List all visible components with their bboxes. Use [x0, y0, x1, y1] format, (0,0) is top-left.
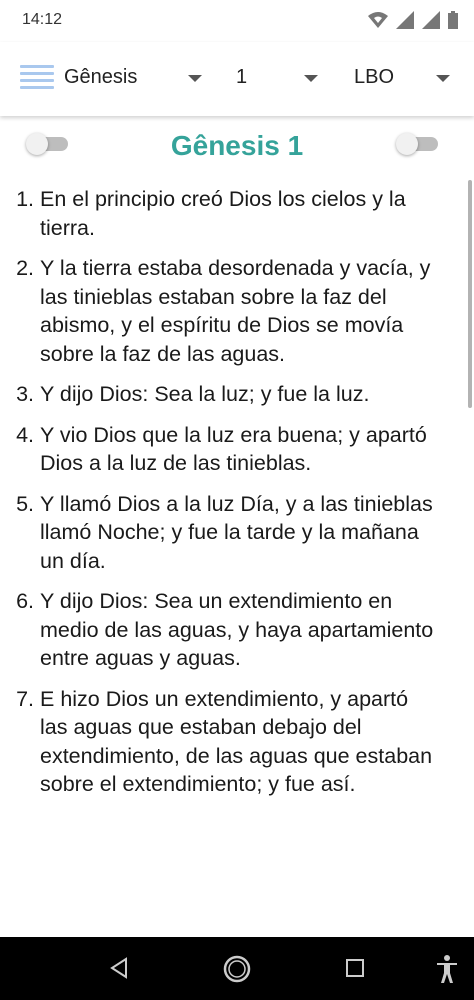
- scrollbar[interactable]: [468, 180, 472, 408]
- back-icon[interactable]: [108, 957, 130, 979]
- status-time: 14:12: [22, 11, 63, 28]
- title-row: Gênesis 1: [0, 118, 474, 178]
- verse-item[interactable]: 6. Y dijo Dios: Sea un extendimiento en …: [8, 587, 448, 673]
- verse-text: Y dijo Dios: Sea la luz; y fue la luz.: [40, 382, 370, 406]
- status-bar: 14:12: [0, 0, 474, 42]
- verse-item[interactable]: 2. Y la tierra estaba desordenada y vací…: [8, 254, 448, 368]
- verse-text: En el principio creó Dios los cielos y l…: [40, 187, 406, 240]
- toggle-knob: [396, 133, 418, 155]
- home-icon[interactable]: [222, 954, 252, 984]
- verse-text: Y vio Dios que la luz era buena; y apart…: [40, 422, 427, 476]
- menu-icon[interactable]: [20, 65, 54, 93]
- status-icons: [368, 11, 458, 29]
- chapter-dropdown[interactable]: 1: [236, 66, 326, 89]
- book-dropdown[interactable]: Gênesis: [64, 66, 214, 89]
- verse-number: 6.: [16, 589, 34, 613]
- verse-text: Y dijo Dios: Sea un extendimiento en med…: [40, 589, 434, 670]
- verse-number: 2.: [16, 256, 34, 280]
- signal-icon-2: [422, 11, 440, 29]
- chevron-down-icon: [188, 75, 202, 82]
- verse-text: Y llamó Dios a la luz Día, y a las tinie…: [40, 491, 433, 573]
- verse-text: E hizo Dios un extendimiento, y apartó l…: [40, 686, 433, 797]
- verse-number: 1.: [16, 187, 34, 211]
- version-selected: LBO: [354, 66, 395, 88]
- battery-icon: [448, 11, 458, 29]
- verse-number: 5.: [16, 491, 34, 516]
- signal-icon: [396, 11, 414, 29]
- toolbar: Gênesis 1 LBO: [0, 42, 474, 116]
- verse-item[interactable]: 5. Y llamó Dios a la luz Día, y a las ti…: [8, 490, 448, 576]
- verse-text: Y la tierra estaba desordenada y vacía, …: [40, 256, 431, 366]
- verse-item[interactable]: 1. En el principio creó Dios los cielos …: [8, 185, 448, 242]
- chevron-down-icon: [436, 75, 450, 82]
- verse-number: 4.: [16, 422, 34, 447]
- right-toggle-switch[interactable]: [396, 133, 438, 155]
- verse-item[interactable]: 4. Y vio Dios que la luz era buena; y ap…: [8, 421, 448, 478]
- wifi-icon: [368, 12, 388, 28]
- chapter-selected: 1: [236, 66, 248, 88]
- verse-list: 1. En el principio creó Dios los cielos …: [8, 185, 448, 811]
- version-dropdown[interactable]: LBO: [354, 66, 454, 89]
- verse-number: 3.: [16, 382, 34, 406]
- navigation-bar: [0, 937, 474, 1000]
- verse-item[interactable]: 7. E hizo Dios un extendimiento, y apart…: [8, 685, 448, 799]
- verse-item[interactable]: 3. Y dijo Dios: Sea la luz; y fue la luz…: [8, 380, 448, 409]
- book-selected: Gênesis: [64, 66, 138, 88]
- accessibility-icon[interactable]: [436, 954, 458, 984]
- chevron-down-icon: [304, 75, 318, 82]
- recents-icon[interactable]: [346, 959, 364, 977]
- verse-number: 7.: [16, 686, 34, 711]
